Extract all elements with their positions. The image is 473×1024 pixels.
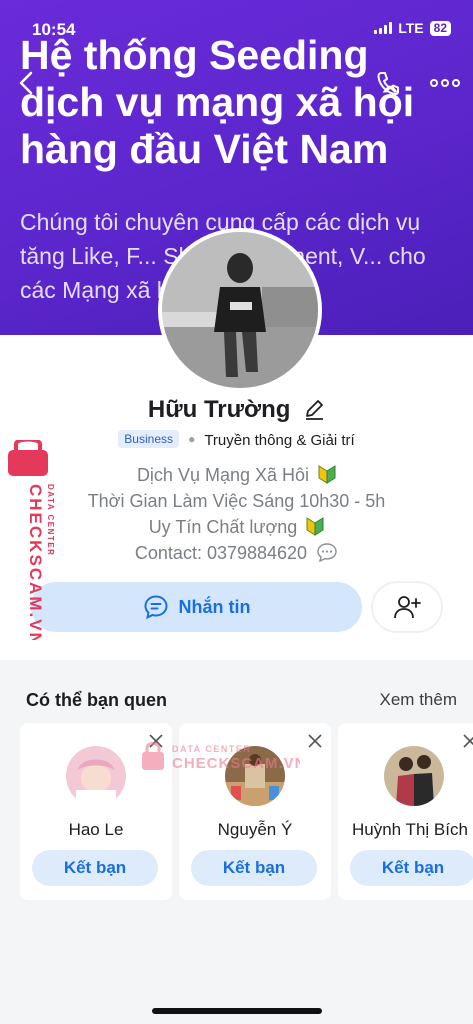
add-friend-card-button[interactable]: Kết bạn xyxy=(32,850,158,886)
close-icon[interactable] xyxy=(307,733,323,749)
chat-icon xyxy=(143,595,168,620)
suggestion-avatar[interactable] xyxy=(384,746,444,806)
profile-category-row: Business ● Truyền thông & Giải trí xyxy=(0,430,473,449)
suggestion-name: Hao Le xyxy=(68,820,124,839)
profile-bio: Dịch Vụ Mạng Xã Hôi Thời Gian Làm Việc S… xyxy=(0,462,473,566)
bio-line: Uy Tín Chất lượng xyxy=(0,514,473,540)
bio-line: Thời Gian Làm Việc Sáng 10h30 - 5h xyxy=(87,491,386,511)
suggestions-title: Có thể bạn quen xyxy=(26,690,167,710)
svg-text:CHECKSCAM.VN: CHECKSCAM.VN xyxy=(26,484,45,640)
close-icon[interactable] xyxy=(462,733,473,749)
message-button[interactable]: Nhắn tin xyxy=(31,582,362,632)
more-options-icon[interactable] xyxy=(429,73,461,93)
back-icon[interactable] xyxy=(16,70,38,96)
battery-icon: 82 xyxy=(429,20,451,36)
beginner-leaf-icon xyxy=(318,465,336,484)
svg-text:DATA CENTER: DATA CENTER xyxy=(46,484,54,556)
status-indicators: LTE 82 xyxy=(374,20,451,36)
status-bar: 10:54 LTE 82 xyxy=(0,0,473,44)
add-friend-button[interactable] xyxy=(372,582,442,632)
status-time: 10:54 xyxy=(32,20,76,39)
beginner-leaf-icon xyxy=(306,517,324,536)
phone-icon[interactable] xyxy=(376,70,400,96)
suggestion-name: Nguyễn Ý xyxy=(217,820,293,839)
bio-line: Dịch Vụ Mạng Xã Hôi xyxy=(0,462,473,488)
svg-text:CHECKSCAM.VN: CHECKSCAM.VN xyxy=(172,755,300,772)
suggestion-avatar[interactable] xyxy=(66,746,126,806)
message-button-label: Nhắn tin xyxy=(178,596,251,617)
suggestion-name: Huỳnh Thị Bích xyxy=(352,820,468,839)
svg-text:DATA CENTER: DATA CENTER xyxy=(172,744,251,754)
signal-icon xyxy=(374,22,393,34)
add-person-icon xyxy=(394,596,421,619)
home-indicator xyxy=(152,1008,322,1014)
cover-title: Hệ thống Seeding dịch vụ mạng xã hội hàn… xyxy=(20,32,415,172)
add-friend-card-button[interactable]: Kết bạn xyxy=(191,850,317,886)
profile-name: Hữu Trường xyxy=(147,396,291,423)
suggestions-section: Có thể bạn quen Xem thêm Hao Le Kết bạn xyxy=(0,668,473,1024)
profile-name-row: Hữu Trường xyxy=(0,396,473,424)
add-friend-card-button[interactable]: Kết bạn xyxy=(350,850,473,886)
suggestion-card[interactable]: Huỳnh Thị Bích Kết bạn xyxy=(338,723,473,900)
see-more-link[interactable]: Xem thêm xyxy=(380,690,457,710)
edit-pencil-icon[interactable] xyxy=(303,398,325,420)
profile-category: Truyền thông & Giải trí xyxy=(204,432,355,449)
profile-avatar[interactable] xyxy=(158,228,322,392)
separator-dot: ● xyxy=(188,432,196,446)
checkscam-watermark-stamp: DATA CENTER CHECKSCAM.VN xyxy=(142,742,300,772)
checkscam-watermark-logo: DATA CENTER CHECKSCAM.VN xyxy=(8,440,54,640)
network-label: LTE xyxy=(398,20,424,36)
speech-bubble-icon xyxy=(317,543,337,562)
bio-line: Contact: 0379884620 xyxy=(0,540,473,566)
business-badge: Business xyxy=(118,430,179,448)
